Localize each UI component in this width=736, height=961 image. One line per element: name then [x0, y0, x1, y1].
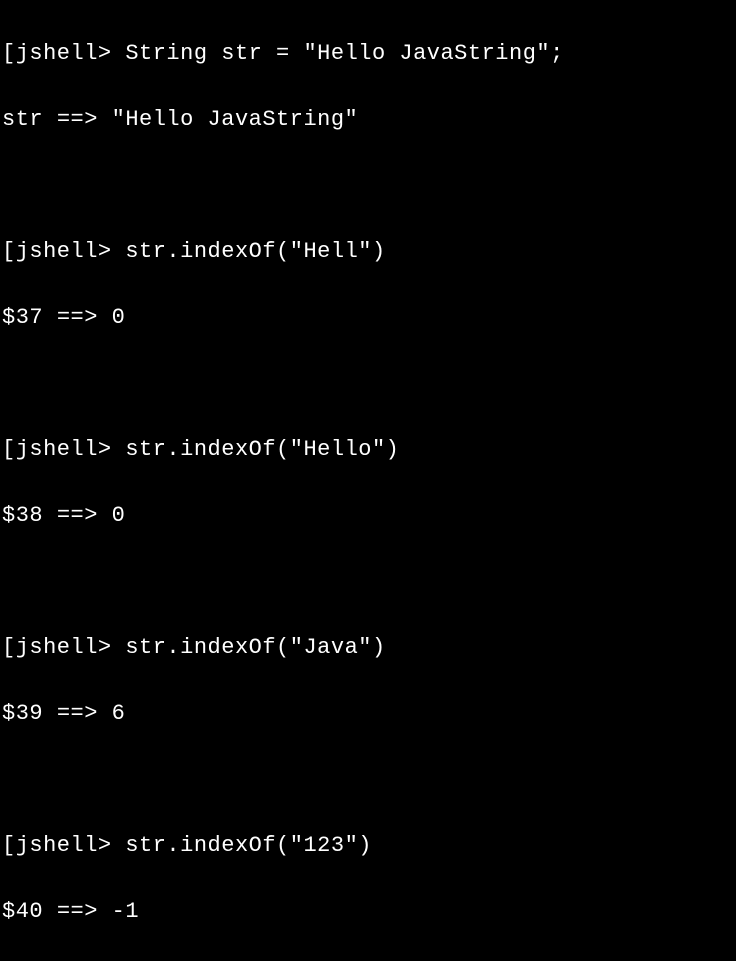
result-value: "Hello JavaString": [112, 107, 359, 132]
blank-line: [2, 565, 734, 598]
result-var: str: [2, 107, 43, 132]
result-line: $39 ==> 6: [2, 697, 734, 730]
result-line: $38 ==> 0: [2, 499, 734, 532]
command-text: str.indexOf("123"): [125, 833, 372, 858]
input-line: [jshell> String str = "Hello JavaString"…: [2, 37, 734, 70]
arrow: ==>: [57, 305, 98, 330]
blank-line: [2, 169, 734, 202]
result-var: $39: [2, 701, 43, 726]
arrow: ==>: [57, 701, 98, 726]
arrow: ==>: [57, 107, 98, 132]
result-line: $40 ==> -1: [2, 895, 734, 928]
command-text: String str = "Hello JavaString";: [125, 41, 563, 66]
prompt: jshell>: [16, 635, 112, 660]
arrow: ==>: [57, 503, 98, 528]
result-line: $37 ==> 0: [2, 301, 734, 334]
prompt: jshell>: [16, 41, 112, 66]
input-line: [jshell> str.indexOf("123"): [2, 829, 734, 862]
result-value: 0: [112, 503, 126, 528]
input-line: [jshell> str.indexOf("Hello"): [2, 433, 734, 466]
command-text: str.indexOf("Hell"): [125, 239, 385, 264]
prompt: jshell>: [16, 239, 112, 264]
result-line: str ==> "Hello JavaString": [2, 103, 734, 136]
arrow: ==>: [57, 899, 98, 924]
result-value: -1: [112, 899, 139, 924]
result-var: $40: [2, 899, 43, 924]
result-var: $38: [2, 503, 43, 528]
terminal-output: [jshell> String str = "Hello JavaString"…: [2, 4, 734, 961]
input-line: [jshell> str.indexOf("Hell"): [2, 235, 734, 268]
result-value: 0: [112, 305, 126, 330]
command-text: str.indexOf("Java"): [125, 635, 385, 660]
blank-line: [2, 763, 734, 796]
command-text: str.indexOf("Hello"): [125, 437, 399, 462]
result-var: $37: [2, 305, 43, 330]
result-value: 6: [112, 701, 126, 726]
blank-line: [2, 367, 734, 400]
prompt: jshell>: [16, 437, 112, 462]
input-line: [jshell> str.indexOf("Java"): [2, 631, 734, 664]
prompt: jshell>: [16, 833, 112, 858]
